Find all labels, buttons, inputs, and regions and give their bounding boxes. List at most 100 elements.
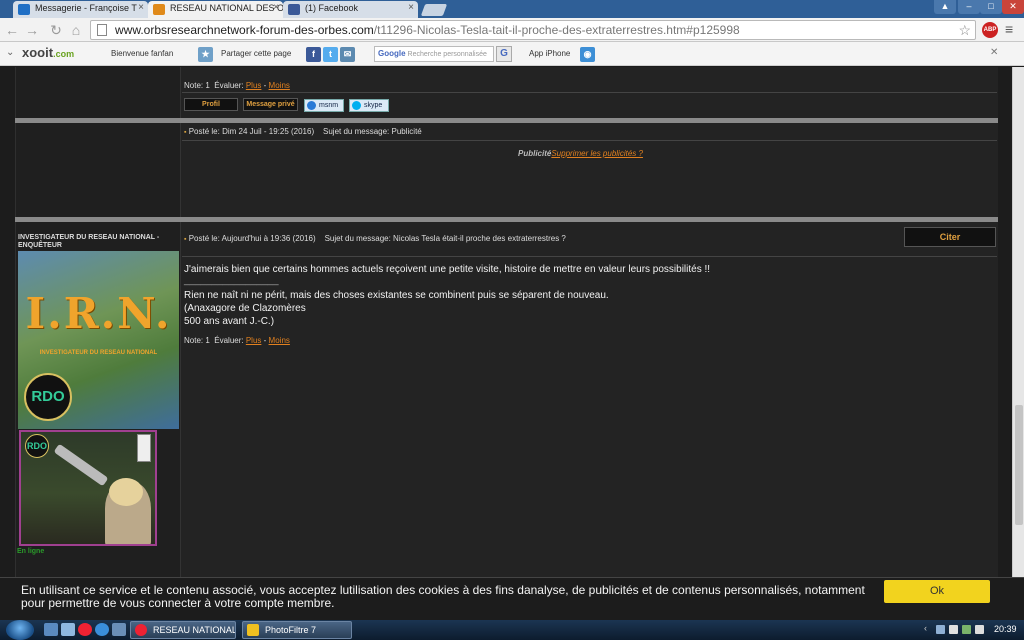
profile-button[interactable]: Profil (184, 98, 238, 111)
forward-arrow-icon[interactable]: → (24, 22, 40, 38)
private-message-button[interactable]: Message privé (243, 98, 298, 111)
welcome-text: Bienvenue fanfan (111, 49, 174, 58)
close-icon[interactable]: × (138, 2, 144, 13)
author-avatar[interactable]: I.R.N. INVESTIGATEUR DU RESEAU NATIONAL … (18, 251, 179, 429)
twitter-share-icon[interactable]: t (323, 47, 338, 62)
star-icon[interactable]: ☆ (958, 21, 971, 39)
outlook-icon (18, 4, 30, 15)
divider (182, 256, 997, 257)
taskbar-item-label: PhotoFiltre 7 (265, 625, 317, 635)
close-icon[interactable]: × (273, 2, 279, 13)
rating-line: Note: 1 Évaluer: Plus - Moins (184, 336, 290, 345)
chevron-down-icon[interactable]: ⌄ (6, 47, 14, 58)
post-subject: Sujet du message: Nicolas Tesla était-il… (324, 234, 566, 243)
cookie-ok-button[interactable]: Ok (884, 580, 990, 603)
vote-minus-link[interactable]: Moins (269, 81, 290, 90)
rdo-badge: RDO (24, 373, 72, 421)
facebook-share-icon[interactable]: f (306, 47, 321, 62)
close-toolbar-icon[interactable]: ✕ (990, 47, 998, 58)
avatar-subtitle: INVESTIGATEUR DU RESEAU NATIONAL (39, 350, 158, 356)
ad-label: Publicité (518, 149, 552, 158)
vote-minus-link[interactable]: Moins (269, 336, 290, 345)
folder-icon[interactable] (112, 623, 126, 636)
maximize-button[interactable]: □ (980, 0, 1002, 14)
page-icon (97, 24, 107, 36)
page-scrollbar[interactable] (1012, 67, 1024, 577)
start-button[interactable] (6, 620, 34, 640)
minimize-button[interactable]: – (958, 0, 980, 14)
divider (182, 92, 997, 93)
facebook-icon (288, 4, 300, 15)
address-bar[interactable]: www.orbsresearchnetwork-forum-des-orbes.… (90, 20, 976, 40)
back-arrow-icon[interactable]: ← (4, 22, 20, 38)
tray-expand-icon[interactable]: ‹ (924, 623, 933, 633)
close-window-button[interactable]: ✕ (1002, 0, 1024, 14)
vote-plus-link[interactable]: Plus (246, 336, 262, 345)
xooit-logo[interactable]: xooit.com (22, 45, 74, 60)
search-placeholder: Recherche personnalisée (407, 51, 487, 58)
vote-separator: - (263, 336, 267, 345)
reload-icon[interactable]: ↻ (48, 22, 64, 38)
iphone-icon[interactable]: ◉ (580, 47, 595, 62)
chrome-quick-icon[interactable] (78, 623, 92, 636)
person-hair (109, 478, 143, 506)
share-link[interactable]: Partager cette page (221, 49, 291, 58)
author-rank: INVESTIGATEUR DU RESEAU NATIONAL - ENQUÊ… (18, 234, 160, 249)
photofiltre-icon (247, 624, 259, 636)
posted-date: Posté le: Aujourd'hui à 19:36 (2016) (188, 234, 316, 243)
google-search-input[interactable]: Google Recherche personnalisée (374, 46, 494, 62)
close-icon[interactable]: × (408, 2, 414, 13)
msn-label: msnm (319, 102, 339, 109)
tray-icon-1[interactable] (936, 625, 945, 634)
quote-button[interactable]: Citer (904, 227, 996, 247)
network-icon[interactable] (962, 625, 971, 634)
skype-button[interactable]: skype (349, 99, 389, 112)
tab-reseau-national[interactable]: RESEAU NATIONAL DES O × (148, 1, 283, 18)
show-desktop-icon[interactable] (44, 623, 58, 636)
tab-title: Messagerie - Françoise T (35, 3, 137, 13)
scrollbar-thumb[interactable] (1015, 405, 1023, 525)
explorer-icon[interactable] (61, 623, 75, 636)
tab-facebook[interactable]: (1) Facebook × (283, 1, 418, 18)
telescope-image (53, 443, 109, 487)
msn-button[interactable]: msnm (304, 99, 344, 112)
rating-label: Note: 1 (184, 336, 210, 345)
chrome-icon (135, 624, 147, 636)
xooit-toolbar: ⌄ xooit.com Bienvenue fanfan ★ Partager … (0, 42, 1024, 66)
clock[interactable]: 20:39 (994, 624, 1017, 634)
menu-icon[interactable]: ≡ (1005, 21, 1013, 37)
taskbar-item-photofiltre[interactable]: PhotoFiltre 7 (242, 621, 352, 639)
evaluate-label: Évaluer: (214, 336, 244, 345)
iphone-app-link[interactable]: App iPhone (529, 49, 570, 58)
home-icon[interactable]: ⌂ (68, 22, 84, 38)
remove-ads-link[interactable]: Supprimer les publicités ? (551, 149, 643, 158)
tab-messagerie[interactable]: Messagerie - Françoise T × (13, 1, 148, 18)
tab-title: (1) Facebook (305, 3, 359, 13)
url-path: /t11296-Nicolas-Tesla-tait-il-proche-des… (373, 23, 740, 37)
rating-label: Note: 1 (184, 81, 210, 90)
adblock-icon[interactable]: ABP (982, 22, 998, 38)
cookie-banner: En utilisant ce service et le contenu as… (0, 577, 1024, 620)
xooit-icon (153, 4, 165, 15)
google-search-button[interactable]: G (496, 46, 512, 62)
taskbar-item-label: RESEAU NATIONAL ... (153, 625, 236, 635)
volume-icon[interactable] (975, 625, 984, 634)
ad-post-meta: ▪ Posté le: Dim 24 Juil - 19:25 (2016) S… (184, 127, 422, 136)
url-host: www.orbsresearchnetwork-forum-des-orbes.… (115, 23, 374, 37)
tab-strip: Messagerie - Françoise T × RESEAU NATION… (0, 0, 1024, 18)
tray-icon-2[interactable] (949, 625, 958, 634)
new-tab-button[interactable] (420, 4, 448, 16)
post-icon: ▪ (184, 236, 187, 243)
taskbar-item-browser[interactable]: RESEAU NATIONAL ... (130, 621, 236, 639)
cookie-text: En utilisant ce service et le contenu as… (21, 583, 865, 610)
signature-line-1: Rien ne naît ni ne périt, mais des chose… (184, 290, 609, 301)
ie-icon[interactable] (95, 623, 109, 636)
star-share-icon[interactable]: ★ (198, 47, 213, 62)
vote-plus-link[interactable]: Plus (246, 81, 262, 90)
user-icon[interactable]: ▲ (934, 0, 956, 14)
previous-post: Note: 1 Évaluer: Plus - Moins Profil Mes… (15, 67, 998, 119)
email-share-icon[interactable]: ✉ (340, 47, 355, 62)
mini-image (137, 434, 151, 462)
author-photo[interactable]: RDO (19, 430, 157, 546)
post-icon: ▪ (184, 129, 187, 136)
